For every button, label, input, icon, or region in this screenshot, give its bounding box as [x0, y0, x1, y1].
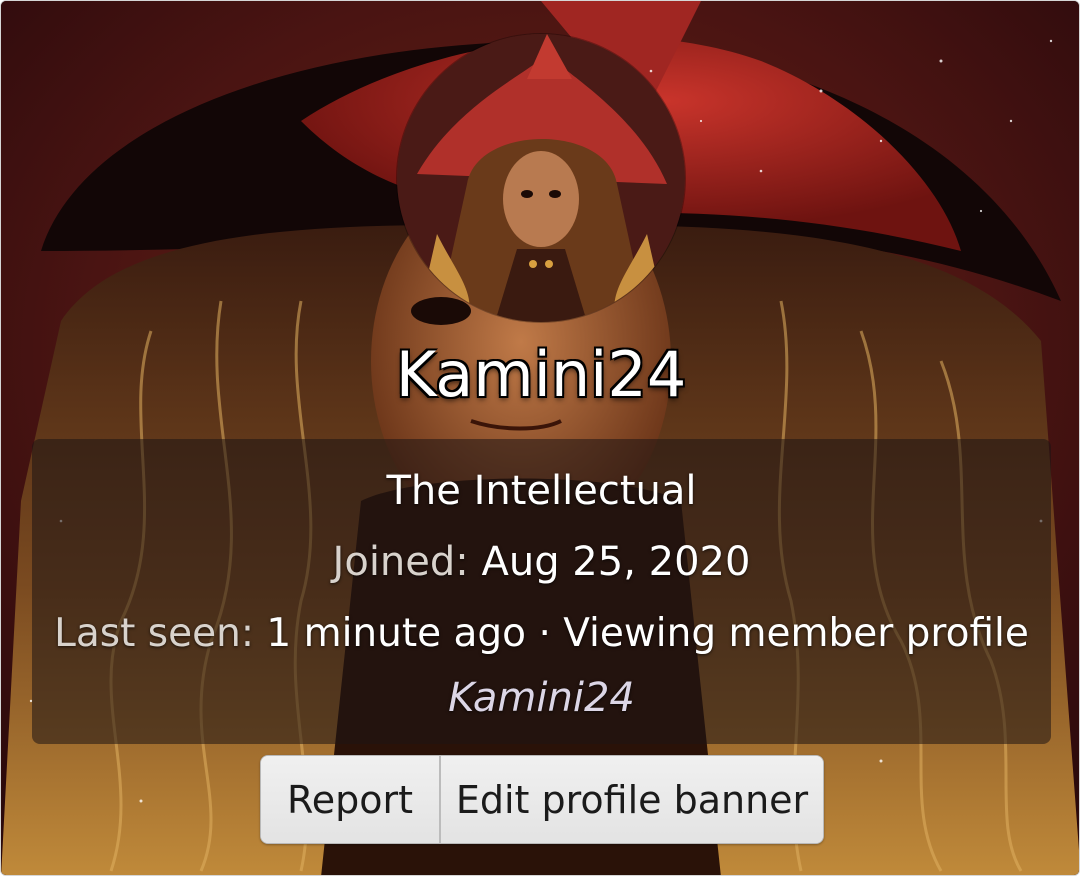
profile-card: Kamini24 The Intellectual Joined: Aug 25… — [0, 0, 1080, 876]
edit-profile-banner-button[interactable]: Edit profile banner — [441, 756, 823, 843]
user-title: The Intellectual — [386, 468, 697, 514]
avatar-image — [397, 34, 685, 322]
last-seen-value: 1 minute ago · Viewing member profile — [266, 611, 1029, 656]
profile-info-panel: The Intellectual Joined: Aug 25, 2020 La… — [32, 439, 1051, 744]
last-seen-row: Last seen: 1 minute ago · Viewing member… — [32, 609, 1051, 659]
activity-target-link[interactable]: Kamini24 — [32, 673, 1051, 723]
last-seen-label: Last seen: — [54, 611, 254, 656]
report-button[interactable]: Report — [261, 756, 441, 843]
joined-label: Joined: — [332, 539, 469, 585]
joined-date: Aug 25, 2020 — [481, 539, 751, 585]
joined-row: Joined: Aug 25, 2020 — [32, 537, 1051, 587]
user-avatar[interactable] — [397, 34, 685, 322]
profile-action-bar: Report Edit profile banner — [260, 755, 824, 844]
profile-username: Kamini24 — [395, 338, 687, 411]
